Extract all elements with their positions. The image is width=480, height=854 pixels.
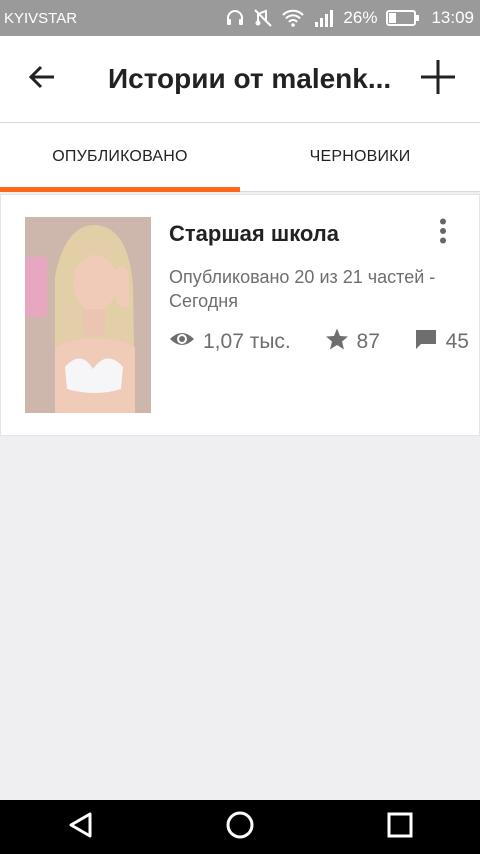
battery-icon — [386, 9, 420, 27]
triangle-back-icon — [67, 811, 93, 844]
comments-count: 45 — [445, 330, 469, 353]
eye-icon — [169, 330, 195, 354]
views-stat: 1,07 тыс. — [169, 330, 291, 354]
more-vertical-icon — [439, 218, 447, 249]
wifi-icon — [281, 8, 305, 28]
mute-icon — [254, 8, 273, 28]
plus-icon — [419, 58, 457, 101]
votes-stat: 87 — [325, 327, 380, 357]
app-bar: Истории от malenk... — [0, 36, 480, 122]
story-cover-image[interactable] — [25, 217, 151, 413]
back-button[interactable] — [0, 36, 84, 122]
comments-stat: 45 — [414, 328, 469, 356]
tab-bar: ОПУБЛИКОВАНО ЧЕРНОВИКИ — [0, 122, 480, 192]
add-story-button[interactable] — [406, 36, 470, 122]
headset-icon — [225, 8, 245, 28]
story-card[interactable]: Старшая школа Опубликовано 20 из 21 част… — [0, 194, 480, 436]
page-title: Истории от malenk... — [108, 63, 392, 94]
story-title[interactable]: Старшая школа — [169, 221, 339, 247]
story-menu-button[interactable] — [425, 215, 461, 251]
votes-count: 87 — [356, 330, 380, 353]
views-count: 1,07 тыс. — [203, 330, 291, 353]
nav-recents-button[interactable] — [368, 800, 432, 854]
battery-percent: 26% — [343, 8, 378, 27]
story-stats: 1,07 тыс. 87 45 — [169, 327, 469, 357]
publish-status: Опубликовано 20 из 21 частей - Сегодня — [169, 267, 436, 311]
status-bar: KYIVSTAR 26% 13:09 — [0, 0, 480, 36]
arrow-left-icon — [28, 65, 56, 94]
square-recents-icon — [387, 812, 413, 843]
tab-drafts[interactable]: ЧЕРНОВИКИ — [240, 123, 480, 191]
tab-published[interactable]: ОПУБЛИКОВАНО — [0, 123, 240, 192]
clock: 13:09 — [431, 8, 474, 27]
nav-back-button[interactable] — [48, 800, 112, 854]
carrier-label: KYIVSTAR — [4, 9, 78, 27]
status-icons: 26% 13:09 — [225, 8, 474, 28]
signal-icon — [314, 8, 334, 28]
system-nav-bar — [0, 800, 480, 854]
star-icon — [325, 327, 349, 357]
circle-home-icon — [225, 810, 255, 845]
nav-home-button[interactable] — [208, 800, 272, 854]
comment-icon — [414, 328, 438, 356]
